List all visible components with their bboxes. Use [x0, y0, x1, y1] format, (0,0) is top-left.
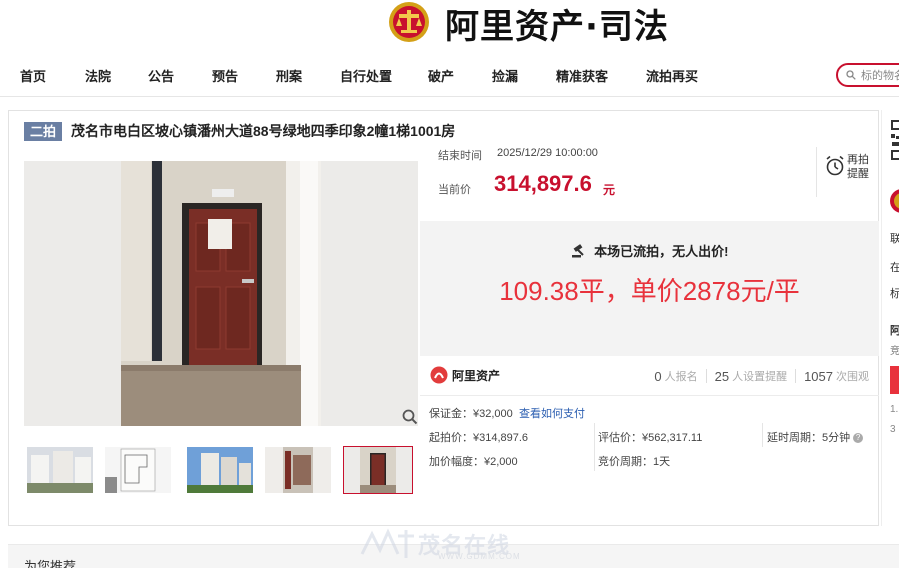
status-text: 本场已流拍，无人出价! [594, 244, 729, 259]
deposit-text: 保证金：¥32,000 [429, 408, 513, 420]
court-emblem-small-icon [890, 189, 899, 213]
zoom-icon[interactable] [402, 409, 418, 430]
organizer-name: 阿里资产 [452, 368, 501, 383]
sidebar-text-7: 3 [890, 424, 896, 435]
search-placeholder: 标的物名 [861, 70, 899, 82]
nav-item-court[interactable]: 法院 [85, 66, 111, 85]
court-emblem-icon [385, 0, 433, 46]
auction-status-box: 本场已流拍，无人出价! 109.38平，单价2878元/平 [420, 221, 879, 356]
gavel-icon [571, 244, 584, 258]
thumbnail-2[interactable] [105, 447, 171, 493]
nav-item-self-disposal[interactable]: 自行处置 [340, 66, 392, 85]
nav-item-criminal[interactable]: 刑案 [276, 66, 302, 85]
ali-assets-logo-icon [430, 366, 448, 384]
organizer-row: 阿里资产 0 人报名 25 人设置提醒 1057 次围观 [420, 356, 879, 396]
delay-period-text: 延时周期：5分钟? [767, 429, 864, 445]
remind-button[interactable]: 再拍 提醒 [816, 147, 876, 197]
main-photo[interactable] [24, 161, 418, 426]
detail-divider-1 [594, 423, 595, 471]
auction-page: 阿里资产·司法 首页 法院 公告 预告 刑案 自行处置 破产 捡漏 精准获客 流… [0, 0, 899, 568]
site-logo[interactable]: 阿里资产·司法 [385, 0, 669, 47]
alarm-clock-icon [826, 155, 844, 176]
organizer-logo[interactable]: 阿里资产 [430, 366, 500, 384]
nav-item-failed-rebuy[interactable]: 流拍再买 [646, 66, 698, 85]
price-unit: 元 [603, 183, 616, 197]
status-message: 本场已流拍，无人出价! [420, 241, 879, 260]
increment-text: 加价幅度：¥2,000 [429, 456, 518, 468]
remind-label: 再拍 提醒 [847, 153, 869, 181]
lot-title: 茂名市电白区坡心镇潘州大道88号绿地四季印象2幢1梯1001房 [71, 123, 456, 139]
end-time-label: 结束时间 [438, 150, 482, 162]
thumbnail-3[interactable] [187, 447, 253, 493]
nav-item-preview[interactable]: 预告 [212, 66, 238, 85]
nav-item-bankruptcy[interactable]: 破产 [428, 66, 454, 85]
view-count: 1057 [804, 368, 833, 384]
nav-item-precise-leads[interactable]: 精准获客 [556, 66, 608, 85]
delay-period-value: 延时周期：5分钟 [767, 432, 851, 444]
right-sidebar: 联 在 标 阿 竞 1. 3 [881, 110, 899, 526]
appraisal-price-text: 评估价：¥562,317.11 [598, 432, 703, 444]
sidebar-text-3: 标 [890, 288, 899, 300]
current-price-value: 314,897.6 [494, 171, 592, 196]
start-price-text: 起拍价：¥314,897.6 [429, 432, 529, 444]
main-nav: 首页 法院 公告 预告 刑案 自行处置 破产 捡漏 精准获客 流拍再买 [0, 60, 899, 90]
sidebar-text-5: 竞 [890, 346, 899, 357]
sidebar-text-1: 联 [890, 233, 899, 245]
end-time-value: 2025/12/29 10:00:00 [497, 147, 598, 159]
search-icon [846, 70, 856, 80]
thumbnail-1[interactable] [27, 447, 93, 493]
reminder-label: 人设置提醒 [732, 371, 788, 383]
thumbnail-5[interactable] [343, 446, 413, 494]
lot-title-row: 二拍 茂名市电白区坡心镇潘州大道88号绿地四季印象2幢1梯1001房 [24, 121, 455, 141]
bid-cycle-text: 竞价周期：1天 [598, 456, 671, 468]
thumbnail-4[interactable] [265, 447, 331, 493]
signup-count: 0 [654, 368, 662, 384]
view-label: 次围观 [836, 371, 869, 383]
search-input[interactable]: 标的物名 [836, 63, 899, 87]
round-badge: 二拍 [24, 121, 63, 141]
site-watermark: 茂名在线 WWW.GDMM.COM [358, 524, 520, 564]
auction-stats: 0 人报名 25 人设置提醒 1057 次围观 [654, 368, 869, 384]
sidebar-text-6: 1. [890, 404, 899, 415]
detail-divider-2 [762, 423, 763, 447]
signup-label: 人报名 [664, 371, 698, 383]
reminder-count: 25 [714, 368, 730, 384]
current-price-label: 当前价 [438, 184, 471, 196]
price-block: 结束时间 2025/12/29 10:00:00 当前价 314,897.6 元… [420, 131, 879, 211]
nav-item-home[interactable]: 首页 [20, 66, 46, 85]
recommend-title: 为您推荐 [24, 559, 77, 568]
nav-divider [0, 96, 899, 97]
nav-item-notice[interactable]: 公告 [148, 66, 174, 85]
auction-panel: 二拍 茂名市电白区坡心镇潘州大道88号绿地四季印象2幢1梯1001房 结束时间 … [8, 110, 879, 526]
help-icon[interactable]: ? [853, 433, 864, 444]
watermark-url: WWW.GDMM.COM [438, 552, 521, 561]
nav-item-bargain[interactable]: 捡漏 [492, 66, 518, 85]
watermark-logo-icon [360, 528, 414, 558]
area-price-note: 109.38平，单价2878元/平 [499, 276, 800, 306]
how-to-pay-link[interactable]: 查看如何支付 [519, 405, 585, 421]
sidebar-text-2: 在 [890, 262, 899, 274]
qr-code-icon[interactable] [890, 118, 899, 170]
remind-label-line1: 再拍 [847, 154, 869, 166]
remind-label-line2: 提醒 [847, 168, 869, 180]
sidebar-text-4: 阿 [890, 325, 899, 337]
brand-title: 阿里资产·司法 [445, 6, 669, 47]
sidebar-action-button[interactable] [890, 366, 899, 394]
